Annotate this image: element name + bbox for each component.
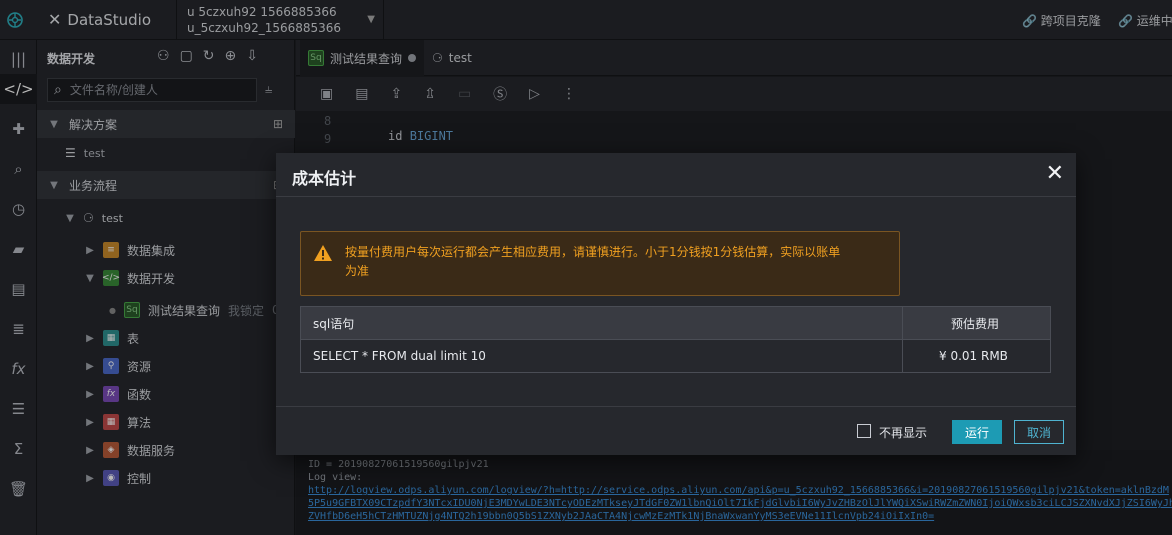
dialog-header: 成本估计 ✕ — [276, 153, 1076, 197]
column-header-cost: 预估费用 — [951, 316, 1000, 331]
warning-text: 按量付费用户每次运行都会产生相应费用，请谨慎进行。小于1分钱按1分钱估算，实际以… — [345, 245, 841, 278]
cost-cell: ¥ 0.01 RMB — [939, 349, 1008, 363]
warning-icon — [314, 245, 332, 261]
cost-estimate-dialog: 成本估计 ✕ 按量付费用户每次运行都会产生相应费用，请谨慎进行。小于1分钱按1分… — [276, 153, 1076, 455]
dont-show-label[interactable]: 不再显示 — [879, 424, 927, 441]
dont-show-checkbox[interactable] — [857, 424, 871, 438]
cost-table: sql语句 预估费用 SELECT * FROM dual limit 10 ¥… — [300, 306, 1051, 373]
table-header-row: sql语句 预估费用 — [301, 307, 1050, 340]
close-icon[interactable]: ✕ — [1046, 161, 1064, 186]
table-row: SELECT * FROM dual limit 10 ¥ 0.01 RMB — [301, 340, 1050, 372]
run-button[interactable]: 运行 — [952, 420, 1002, 444]
dialog-footer: 不再显示 运行 取消 — [276, 406, 1076, 455]
cancel-button[interactable]: 取消 — [1014, 420, 1064, 444]
warning-banner: 按量付费用户每次运行都会产生相应费用，请谨慎进行。小于1分钱按1分钱估算，实际以… — [300, 231, 900, 296]
sql-cell: SELECT * FROM dual limit 10 — [313, 349, 486, 363]
dialog-title: 成本估计 — [292, 169, 357, 188]
column-divider — [902, 307, 903, 372]
column-header-sql: sql语句 — [313, 316, 355, 331]
